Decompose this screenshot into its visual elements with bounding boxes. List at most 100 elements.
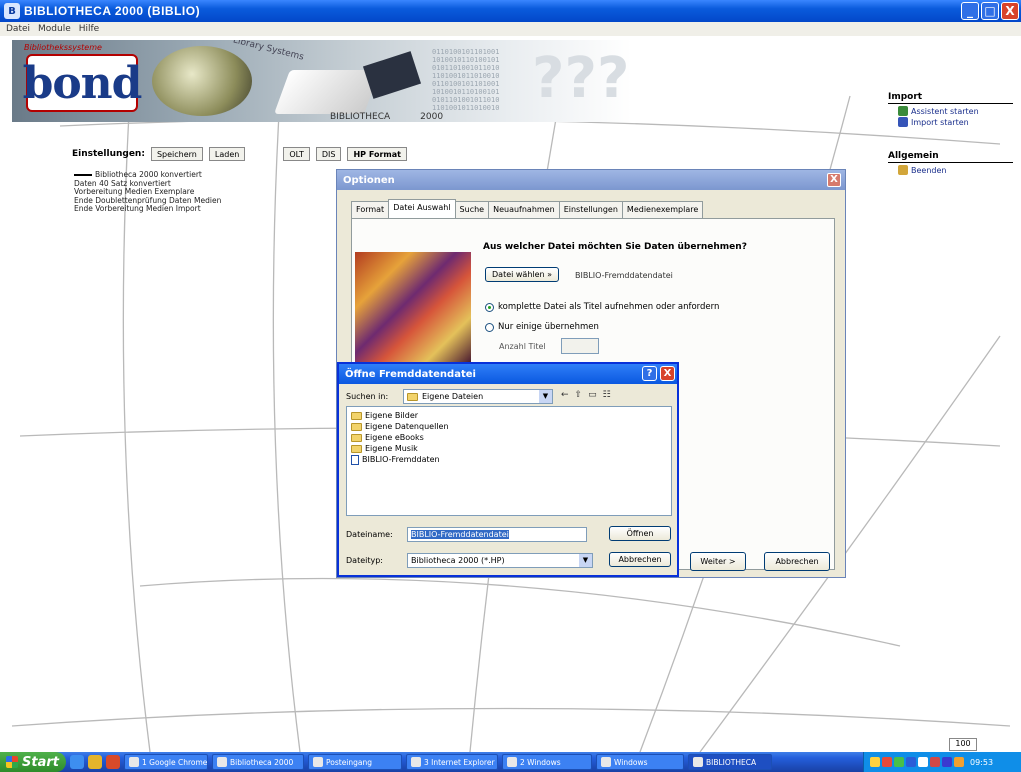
exit-link[interactable]: Beenden [898, 165, 1013, 175]
folder-icon [351, 422, 362, 431]
tray-icon[interactable] [954, 757, 964, 767]
general-heading: Allgemein [888, 151, 1013, 163]
options-close-button[interactable]: X [827, 173, 841, 187]
tray-icon[interactable] [894, 757, 904, 767]
list-item[interactable]: Eigene Datenquellen [351, 421, 667, 432]
menu-datei[interactable]: Datei [6, 24, 30, 34]
list-item[interactable]: Eigene Bilder [351, 410, 667, 421]
tab-format[interactable]: Format [351, 201, 390, 218]
file-list[interactable]: Eigene Bilder Eigene Datenquellen Eigene… [346, 406, 672, 516]
tray-icon[interactable] [906, 757, 916, 767]
filetype-label: Dateityp: [346, 556, 383, 565]
hp-format-button[interactable]: HP Format [347, 147, 407, 161]
bond-banner: Bibliothekssysteme bond Library Systems … [12, 40, 632, 122]
list-item[interactable]: BIBLIO-Fremddaten [351, 454, 667, 465]
task-icon [411, 757, 421, 767]
chevron-down-icon[interactable]: ▼ [579, 554, 592, 567]
task-button[interactable]: 2 Windows [502, 754, 592, 770]
list-item[interactable]: Eigene Musik [351, 443, 667, 454]
question-marks-image: ??? [532, 46, 630, 111]
start-import-link[interactable]: Import starten [898, 117, 1013, 127]
filename-label: Dateiname: [346, 530, 393, 539]
filetype-select[interactable]: Bibliotheca 2000 (*.HP) ▼ [407, 553, 593, 568]
tray-icon[interactable] [882, 757, 892, 767]
tab-search[interactable]: Suche [454, 201, 490, 218]
main-titlebar[interactable]: B BIBLIOTHECA 2000 (BIBLIO) _ □ X [0, 0, 1021, 22]
wizard-icon [898, 106, 908, 116]
open-button[interactable]: Öffnen [609, 526, 671, 541]
count-spinner[interactable] [561, 338, 599, 354]
load-settings-button[interactable]: Laden [208, 147, 246, 161]
menu-module[interactable]: Module [38, 24, 71, 34]
cancel-options-button[interactable]: Abbrechen [764, 552, 830, 571]
minimize-button[interactable]: _ [961, 2, 979, 20]
view-menu-icon[interactable]: ☷ [603, 390, 611, 400]
radio-complete-file[interactable]: komplette Datei als Titel aufnehmen oder… [485, 302, 719, 312]
choose-file-button[interactable]: Datei wählen » [485, 267, 560, 282]
bond-logo: bond [23, 54, 142, 112]
task-icon [601, 757, 611, 767]
task-button[interactable]: 1 Google Chrome [124, 754, 208, 770]
task-button[interactable]: Posteingang [308, 754, 402, 770]
open-file-dialog: Öffne Fremddatendatei ? X Suchen in: Eig… [337, 362, 679, 577]
app-icon: B [4, 3, 20, 19]
tab-new-entries[interactable]: Neuaufnahmen [488, 201, 560, 218]
folder-icon [351, 444, 362, 453]
start-button[interactable]: Start [0, 752, 66, 772]
explorer-icon[interactable] [88, 755, 102, 769]
settings-label: Einstellungen: [72, 149, 145, 159]
count-label: Anzahl Titel [499, 342, 546, 351]
import-icon [898, 117, 908, 127]
filename-input[interactable]: BIBLIO-Fremddatendatei [407, 527, 587, 542]
window-title: BIBLIOTHECA 2000 (BIBLIO) [24, 4, 201, 18]
start-assistant-link[interactable]: Assistent starten [898, 106, 1013, 116]
tab-media-copies[interactable]: Medienexemplare [621, 201, 704, 218]
task-icon [313, 757, 323, 767]
tray-icon[interactable] [930, 757, 940, 767]
close-button[interactable]: X [1001, 2, 1019, 20]
help-button[interactable]: ? [642, 366, 657, 381]
menu-hilfe[interactable]: Hilfe [79, 24, 99, 34]
options-title: Optionen [343, 174, 395, 186]
chevron-down-icon[interactable]: ▼ [539, 390, 552, 403]
document-icon [351, 454, 359, 465]
tab-file-selection[interactable]: Datei Auswahl [388, 199, 456, 218]
olt-button[interactable]: OLT [283, 147, 310, 161]
selected-file-name: BIBLIO-Fremddatendatei [575, 271, 673, 280]
task-button[interactable]: BIBLIOTHECA [688, 754, 772, 770]
cancel-open-button[interactable]: Abbrechen [609, 552, 671, 567]
dis-button[interactable]: DIS [315, 147, 342, 161]
tab-settings[interactable]: Einstellungen [558, 201, 623, 218]
zoom-level[interactable]: 100 [949, 738, 977, 751]
save-settings-button[interactable]: Speichern [150, 147, 203, 161]
status-line: Ende Vorbereitung Medien Import [74, 204, 201, 213]
list-item[interactable]: Eigene eBooks [351, 432, 667, 443]
new-folder-icon[interactable]: ▭ [588, 390, 597, 400]
radio-partial[interactable]: Nur einige übernehmen [485, 322, 599, 332]
ie-icon[interactable] [70, 755, 84, 769]
open-file-titlebar[interactable]: Öffne Fremddatendatei ? X [339, 364, 677, 384]
task-button[interactable]: Bibliotheca 2000 [212, 754, 304, 770]
menubar: Datei Module Hilfe [0, 22, 1021, 36]
maximize-button[interactable]: □ [981, 2, 999, 20]
back-icon[interactable]: ← [561, 390, 569, 400]
globe-image [152, 46, 252, 116]
task-button[interactable]: 3 Internet Explorer [406, 754, 498, 770]
file-question: Aus welcher Datei möchten Sie Daten über… [483, 242, 747, 252]
tray-icon[interactable] [942, 757, 952, 767]
settings-bar: Einstellungen: Speichern Laden OLT DIS H… [72, 147, 407, 161]
task-button[interactable]: Windows [596, 754, 684, 770]
tray-icon[interactable] [918, 757, 928, 767]
import-heading: Import [888, 92, 1013, 104]
media-icon[interactable] [106, 755, 120, 769]
options-titlebar[interactable]: Optionen X [337, 170, 845, 190]
open-file-close-button[interactable]: X [660, 366, 675, 381]
look-in-combo[interactable]: Eigene Dateien ▼ [403, 389, 553, 404]
windows-logo-icon [6, 756, 18, 768]
next-button[interactable]: Weiter > [690, 552, 746, 571]
decorative-image [355, 252, 471, 362]
version-number: 2000 [420, 112, 444, 122]
task-icon [507, 757, 517, 767]
tray-icon[interactable] [870, 757, 880, 767]
up-folder-icon[interactable]: ⇧ [575, 390, 583, 400]
